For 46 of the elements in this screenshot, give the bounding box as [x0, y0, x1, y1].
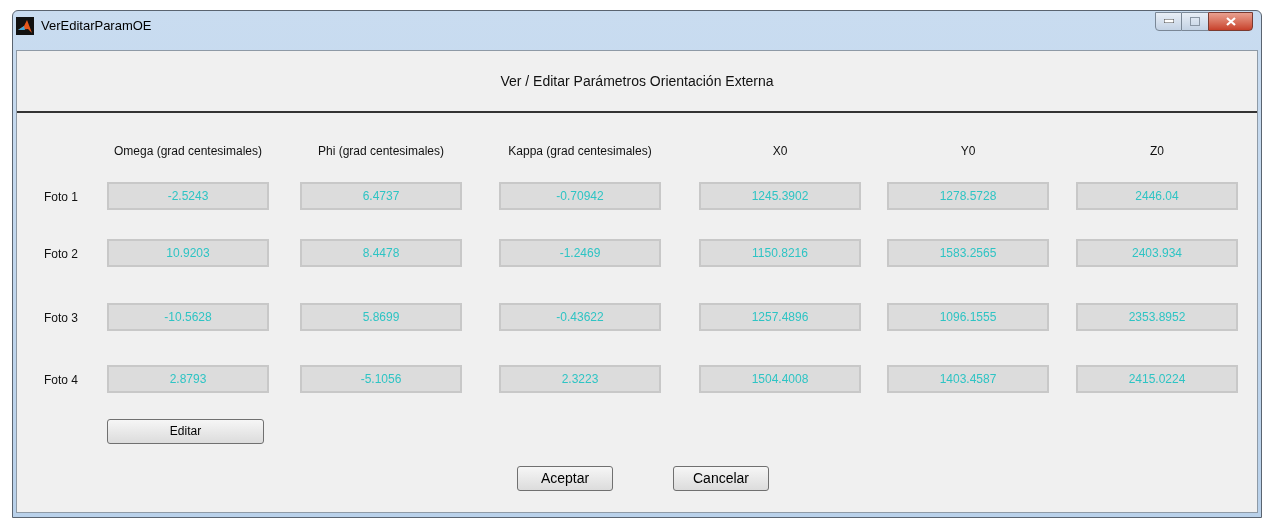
value-field[interactable]: -1.2469 [499, 239, 661, 267]
value-field[interactable]: -10.5628 [107, 303, 269, 331]
value-field[interactable]: -2.5243 [107, 182, 269, 210]
maximize-button[interactable] [1182, 11, 1208, 31]
column-header: Z0 [1149, 143, 1165, 160]
value-field[interactable]: -5.1056 [300, 365, 462, 393]
accept-button[interactable]: Aceptar [517, 465, 613, 491]
close-button[interactable] [1208, 11, 1253, 31]
value-field[interactable]: 2446.04 [1076, 182, 1238, 210]
window-title: VerEditarParamOE [41, 17, 152, 36]
value-field[interactable]: 1150.8216 [699, 239, 861, 267]
row-label: Foto 3 [44, 311, 79, 325]
value-field[interactable]: 1278.5728 [887, 182, 1049, 210]
value-field[interactable]: 2.8793 [107, 365, 269, 393]
minimize-button[interactable] [1155, 11, 1182, 31]
row-label: Foto 1 [44, 190, 79, 204]
panel-heading: Ver / Editar Parámetros Orientación Externa [500, 71, 774, 91]
column-header: X0 [771, 143, 789, 160]
value-field[interactable]: 2353.8952 [1076, 303, 1238, 331]
maximize-icon [1190, 16, 1200, 26]
value-field[interactable]: 2.3223 [499, 365, 661, 393]
row-label: Foto 4 [44, 373, 79, 387]
close-icon [1225, 16, 1236, 26]
app-icon [16, 17, 34, 35]
edit-button[interactable]: Editar [107, 418, 264, 444]
value-field[interactable]: 1245.3902 [699, 182, 861, 210]
value-field[interactable]: 1096.1555 [887, 303, 1049, 331]
value-field[interactable]: 10.9203 [107, 239, 269, 267]
column-header: Kappa (grad centesimales) [507, 143, 653, 160]
value-field[interactable]: 1403.4587 [887, 365, 1049, 393]
value-field[interactable]: 2415.0224 [1076, 365, 1238, 393]
minimize-icon [1163, 19, 1174, 23]
value-field[interactable]: -0.70942 [499, 182, 661, 210]
value-field[interactable]: 2403.934 [1076, 239, 1238, 267]
column-header: Omega (grad centesimales) [112, 143, 264, 160]
value-field[interactable]: 1257.4896 [699, 303, 861, 331]
value-field[interactable]: 1583.2565 [887, 239, 1049, 267]
column-header: Phi (grad centesimales) [316, 143, 446, 160]
row-label: Foto 2 [44, 247, 79, 261]
value-field[interactable]: 6.4737 [300, 182, 462, 210]
value-field[interactable]: 1504.4008 [699, 365, 861, 393]
column-header: Y0 [959, 143, 977, 160]
value-field[interactable]: -0.43622 [499, 303, 661, 331]
value-field[interactable]: 8.4478 [300, 239, 462, 267]
cancel-button[interactable]: Cancelar [673, 465, 769, 491]
value-field[interactable]: 5.8699 [300, 303, 462, 331]
